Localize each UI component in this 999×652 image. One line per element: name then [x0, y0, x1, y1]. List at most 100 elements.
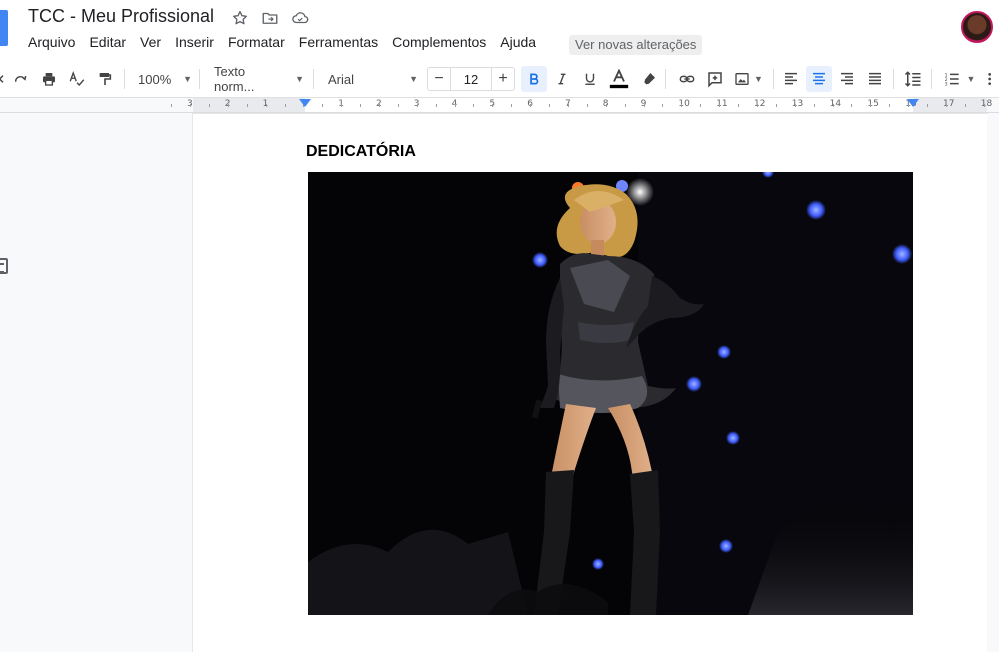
ruler-tick — [625, 104, 626, 107]
font-size-input[interactable]: 12 — [450, 68, 492, 90]
title-bar: TCC - Meu Profissional Arquivo Editar Ve… — [0, 0, 999, 60]
ruler-tick — [606, 104, 607, 107]
insert-comment-icon[interactable] — [702, 66, 728, 92]
cloud-saved-icon[interactable] — [290, 8, 310, 28]
see-new-changes-button[interactable]: Ver novas alterações — [569, 35, 703, 55]
zoom-dropdown[interactable]: 100% ▼ — [134, 66, 192, 92]
ruler-number: 11 — [716, 99, 728, 109]
toolbar-divider — [199, 69, 200, 89]
ruler-tick — [436, 104, 437, 107]
ruler-tick — [473, 104, 474, 107]
ruler-number: 13 — [791, 99, 804, 109]
document-title[interactable]: TCC - Meu Profissional — [28, 6, 214, 27]
performer-photo-illustration — [308, 172, 913, 615]
ruler-tick — [549, 104, 550, 107]
menu-ajuda[interactable]: Ajuda — [500, 34, 536, 50]
ruler-tick — [833, 104, 834, 107]
ruler-tick — [776, 104, 777, 107]
paragraph-style-dropdown[interactable]: Texto norm... ▼ — [210, 64, 304, 94]
menu-arquivo[interactable]: Arquivo — [28, 34, 75, 50]
right-indent-marker[interactable] — [907, 99, 919, 107]
ruler-tick — [738, 104, 739, 107]
numbered-list-button[interactable]: 123 ▼ — [938, 66, 980, 92]
ruler-number: 14 — [829, 99, 842, 109]
ruler-tick — [417, 104, 418, 107]
highlight-color-icon[interactable] — [636, 66, 662, 92]
paint-format-icon[interactable] — [92, 66, 118, 92]
ruler-tick — [851, 104, 852, 107]
menu-ver[interactable]: Ver — [140, 34, 161, 50]
ruler-tick — [587, 104, 588, 107]
google-docs-window: TCC - Meu Profissional Arquivo Editar Ve… — [0, 0, 999, 652]
align-center-icon[interactable] — [806, 66, 832, 92]
ruler-tick — [209, 104, 210, 107]
dedication-heading[interactable]: DEDICATÓRIA — [306, 143, 416, 161]
menu-inserir[interactable]: Inserir — [175, 34, 214, 50]
ruler-tick — [927, 104, 928, 107]
ruler-tick — [398, 104, 399, 107]
star-icon[interactable] — [230, 8, 250, 28]
paragraph-style-value: Texto norm... — [214, 64, 255, 94]
align-left-icon[interactable] — [778, 66, 804, 92]
chevron-down-icon: ▼ — [754, 74, 763, 84]
horizontal-ruler[interactable]: 321123456789101112131415161718 — [0, 98, 999, 113]
inserted-photo[interactable] — [308, 172, 913, 615]
ruler-tick — [247, 104, 248, 107]
chevron-down-icon: ▼ — [409, 74, 418, 84]
italic-icon[interactable] — [549, 66, 575, 92]
bulleted-list-icon[interactable] — [984, 66, 998, 92]
align-right-icon[interactable] — [834, 66, 860, 92]
ruler-number: 17 — [943, 99, 955, 109]
left-indent-marker[interactable] — [299, 99, 311, 107]
ruler-tick — [681, 104, 682, 107]
chevron-down-icon: ▼ — [295, 74, 304, 84]
underline-icon[interactable] — [577, 66, 603, 92]
insert-link-icon[interactable] — [674, 66, 700, 92]
account-avatar[interactable] — [961, 11, 993, 43]
ruler-tick — [757, 104, 758, 107]
menu-ferramentas[interactable]: Ferramentas — [299, 34, 378, 50]
document-page[interactable]: DEDICATÓRIA — [193, 114, 987, 652]
svg-text:3: 3 — [944, 82, 947, 87]
ruler-tick — [511, 104, 512, 107]
spellcheck-icon[interactable] — [64, 66, 90, 92]
toolbar-divider — [893, 69, 894, 89]
ruler-number: 12 — [754, 99, 766, 109]
ruler-tick — [455, 104, 456, 107]
menu-editar[interactable]: Editar — [89, 34, 126, 50]
document-outline-icon[interactable] — [0, 258, 8, 274]
print-icon[interactable] — [36, 66, 62, 92]
bold-icon[interactable] — [521, 66, 547, 92]
ruler-tick — [360, 104, 361, 107]
redo-icon[interactable] — [8, 66, 34, 92]
ruler-tick — [795, 104, 796, 107]
docs-logo-icon[interactable] — [0, 10, 8, 46]
zoom-value: 100% — [138, 71, 172, 87]
ruler-tick — [644, 104, 645, 107]
toolbar-divider — [313, 69, 314, 89]
ruler-tick — [719, 104, 720, 107]
menu-formatar[interactable]: Formatar — [228, 34, 285, 50]
line-spacing-icon[interactable] — [900, 66, 926, 92]
toolbar-divider — [665, 69, 666, 89]
ruler-tick — [946, 104, 947, 107]
align-justify-icon[interactable] — [862, 66, 888, 92]
chevron-down-icon: ▼ — [183, 74, 192, 84]
move-to-folder-icon[interactable] — [260, 8, 280, 28]
text-color-icon[interactable] — [606, 66, 632, 92]
menu-complementos[interactable]: Complementos — [392, 34, 486, 50]
font-family-dropdown[interactable]: Arial ▼ — [324, 66, 418, 92]
ruler-tick — [171, 104, 172, 107]
toolbar-divider — [931, 69, 932, 89]
ruler-tick — [228, 104, 229, 107]
insert-image-icon[interactable]: ▼ — [730, 66, 766, 92]
toolbar-divider — [773, 69, 774, 89]
numbered-list-icon: 123 — [944, 72, 959, 87]
ruler-tick — [568, 104, 569, 107]
ruler-tick — [870, 104, 871, 107]
ruler-tick — [984, 104, 985, 107]
decrease-font-size-button[interactable]: − — [428, 68, 450, 90]
menu-bar: Arquivo Editar Ver Inserir Formatar Ferr… — [28, 34, 550, 50]
increase-font-size-button[interactable]: + — [492, 68, 514, 90]
ruler-tick — [322, 104, 323, 107]
